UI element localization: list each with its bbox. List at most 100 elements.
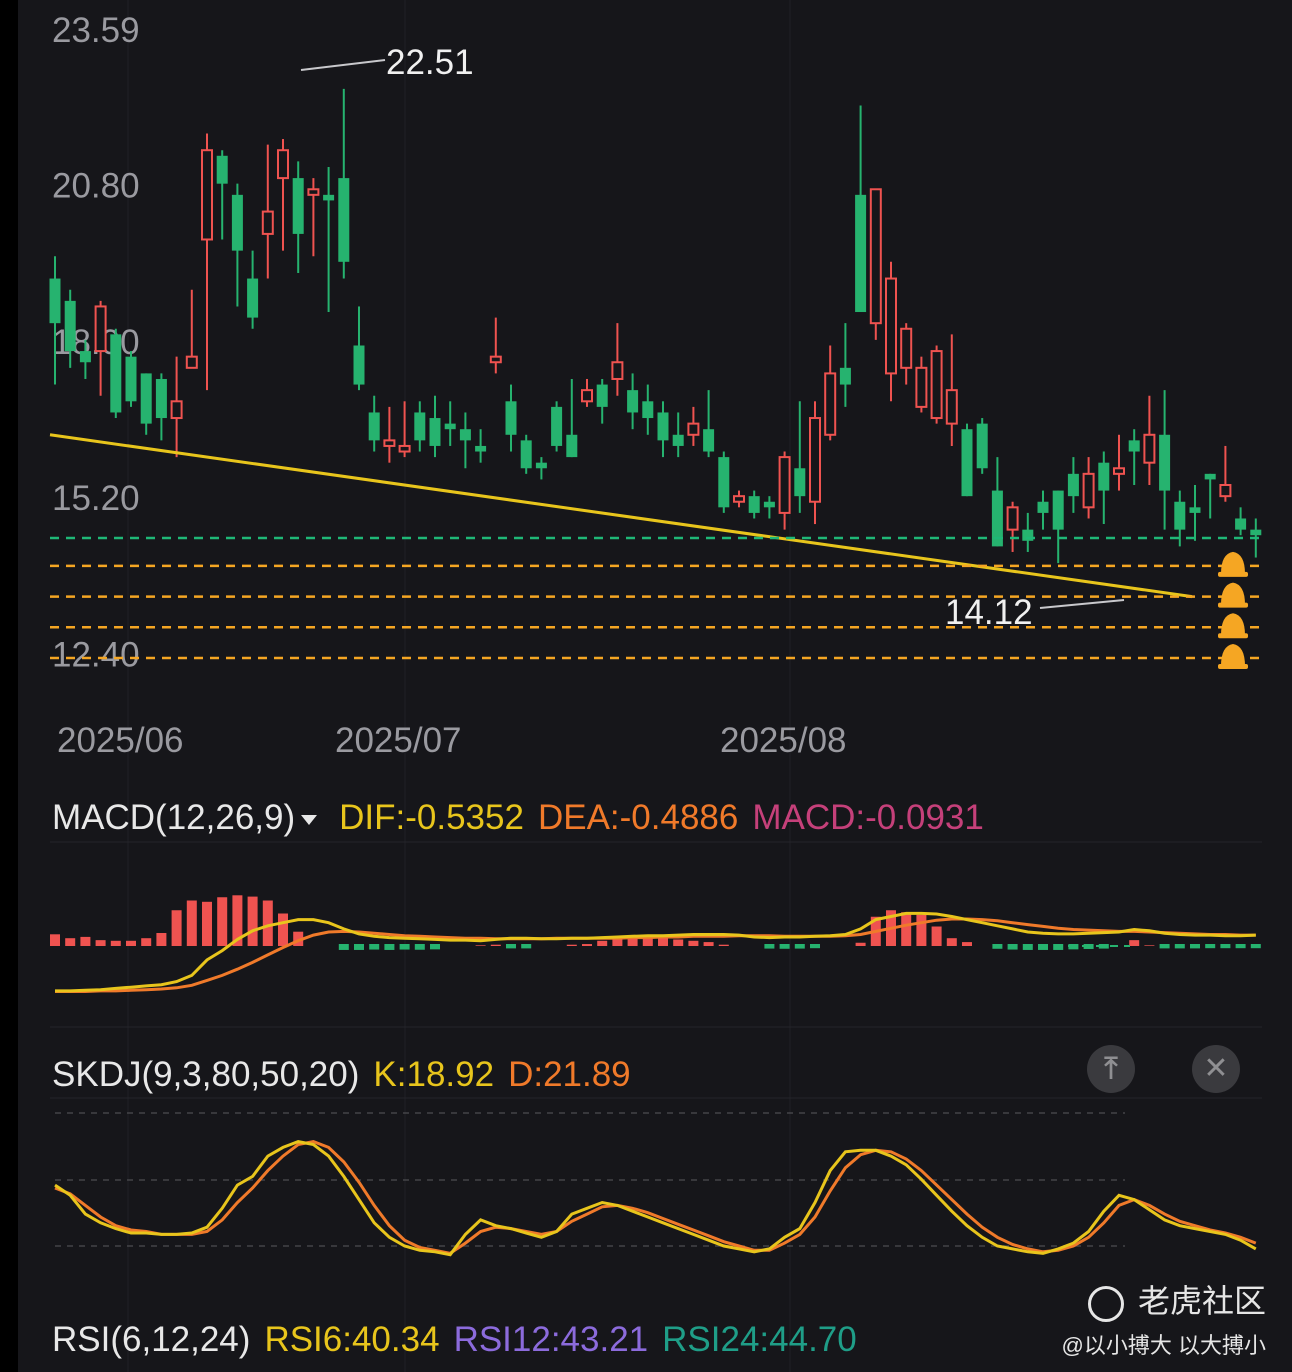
bell-icon-body (1221, 582, 1245, 605)
candle-up (383, 406, 396, 463)
candle-body (945, 389, 958, 425)
candle-down (1189, 485, 1201, 541)
macd-name[interactable]: MACD(12,26,9) (52, 798, 295, 837)
macd-bar-positive (1129, 940, 1140, 946)
macd-bar-negative (1159, 944, 1170, 949)
candle-body (1189, 507, 1201, 513)
macd-bar-negative (810, 944, 820, 949)
candle-body (110, 334, 122, 413)
candle-body (1082, 472, 1095, 509)
candle-body (535, 462, 547, 469)
candle-body (642, 401, 654, 419)
bell-icon (1218, 551, 1248, 577)
candle-body (185, 355, 198, 369)
pin-to-top-button[interactable]: ⤒ (1087, 1045, 1135, 1093)
candle-down (1235, 507, 1247, 536)
macd-bar-negative (399, 944, 410, 950)
candle-down (414, 401, 426, 452)
pin-icon: ⤒ (1104, 1052, 1118, 1085)
candle-down (535, 457, 547, 480)
bell-icon-base (1218, 663, 1248, 669)
date-tick-label: 2025/08 (720, 721, 847, 760)
candle-body (155, 378, 167, 419)
rsi-name[interactable]: RSI(6,12,24) (52, 1320, 250, 1359)
candle-down (338, 88, 350, 279)
skdj-header[interactable]: SKDJ(9,3,80,50,20) K:18.92 D:21.89 (52, 1055, 645, 1095)
candle-up (201, 133, 213, 391)
macd-bar-negative (430, 944, 440, 950)
low-annotation-label: 14.12 (945, 593, 1033, 632)
candle-body (855, 194, 867, 313)
candle-body (596, 384, 608, 407)
candle-body (231, 194, 243, 251)
macd-bar-negative (779, 944, 790, 949)
candle-body (1219, 484, 1232, 498)
macd-dropdown-icon[interactable] (301, 814, 318, 825)
candle-body (915, 366, 928, 408)
candle-down (566, 378, 578, 458)
bell-icon-body (1221, 643, 1245, 666)
candle-down (1052, 490, 1064, 564)
candle-down (551, 401, 563, 452)
macd-bar-negative (1220, 944, 1231, 949)
macd-bar-positive (962, 942, 972, 946)
candle-body (1098, 462, 1110, 491)
candle-body (1174, 501, 1186, 530)
macd-bar-positive (673, 939, 684, 946)
candle-body (1006, 506, 1019, 531)
candle-up (687, 406, 700, 446)
candle-body (307, 188, 320, 196)
candle-up (930, 345, 943, 424)
chart-canvas[interactable]: 23.5920.8018.0015.2012.40 2025/062025/07… (0, 0, 1292, 1372)
macd-bar-negative (1205, 944, 1216, 949)
date-tick-label: 2025/07 (335, 721, 462, 760)
watermark-brand: 老虎社区 (1087, 1276, 1266, 1322)
candle-down (642, 384, 654, 435)
candle-body (611, 361, 624, 380)
candle-up (170, 356, 183, 458)
candle-up (261, 144, 274, 279)
candle-down (748, 490, 760, 519)
candle-down (505, 384, 517, 452)
macd-bar-positive (582, 944, 592, 946)
macd-bar-positive (278, 913, 288, 946)
date-tick-label: 2025/06 (57, 721, 184, 760)
candle-up (1143, 395, 1156, 486)
candle-down (429, 395, 441, 458)
candle-up (885, 261, 897, 402)
candle-body (338, 178, 350, 262)
macd-bar-positive (901, 912, 912, 946)
macd-bar-positive (50, 934, 60, 946)
macd-bar-negative (384, 944, 395, 950)
candle-body (505, 401, 517, 435)
macd-header[interactable]: MACD(12,26,9) DIF:-0.5352 DEA:-0.4886 MACD:… (52, 798, 998, 838)
macd-bar-negative (1022, 944, 1033, 950)
rsi6-label: RSI6:40.34 (264, 1320, 440, 1359)
rsi24-label: RSI24:44.70 (662, 1320, 857, 1359)
candle-up (869, 188, 882, 340)
candle-up (277, 139, 289, 251)
candle-body (475, 445, 487, 452)
candle-body (778, 456, 791, 514)
candle-body (247, 278, 259, 318)
rsi-header[interactable]: RSI(6,12,24) RSI6:40.34 RSI12:43.21 RSI24:4… (52, 1320, 871, 1360)
candle-body (125, 356, 137, 402)
macd-bar-positive (475, 945, 486, 946)
macd-value-label: MACD:-0.0931 (752, 798, 984, 837)
macd-bar-negative (414, 944, 425, 950)
candle-down (353, 306, 365, 391)
candle-body (976, 423, 988, 469)
close-indicator-button[interactable]: ✕ (1192, 1045, 1240, 1093)
candle-body (201, 149, 213, 241)
candle-body (1250, 529, 1262, 536)
bell-icon-body (1221, 613, 1245, 636)
bell-icon (1218, 582, 1248, 608)
skdj-name[interactable]: SKDJ(9,3,80,50,20) (52, 1055, 359, 1094)
candle-down (596, 378, 608, 424)
candle-up (945, 334, 958, 446)
bell-icon (1218, 643, 1248, 669)
macd-bar-negative (1007, 944, 1018, 950)
macd-bar-positive (566, 944, 577, 946)
macd-bar-positive (171, 910, 182, 946)
macd-bar-negative (354, 944, 364, 950)
